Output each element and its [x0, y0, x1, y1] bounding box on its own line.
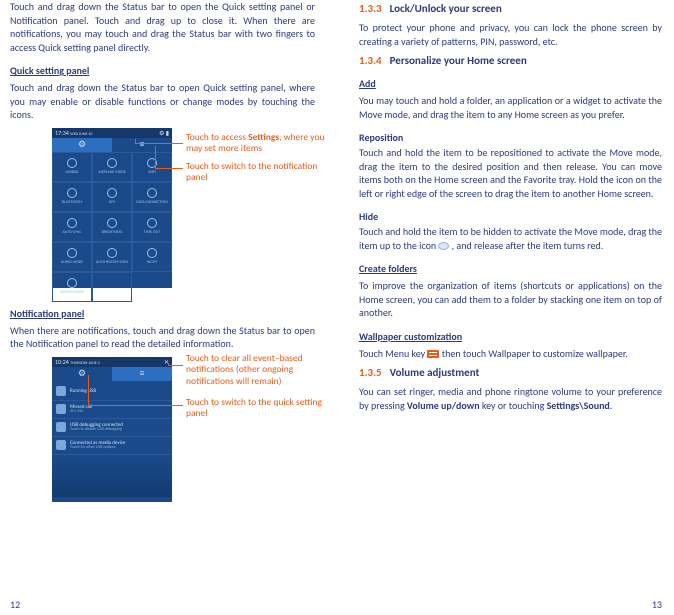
callout-line-1v [135, 139, 136, 143]
callout-settings-b: Settings [248, 131, 279, 143]
qs-tile[interactable]: WIFI [132, 152, 172, 182]
quick-setting-heading: Quick setting panel [10, 64, 89, 77]
menu-key-icon [427, 350, 439, 358]
hide-heading: Hide [359, 210, 378, 223]
np-tabbar: ⚙ ≡ [52, 367, 172, 381]
qs-grid: MOBILEAIRPLANE MODEWIFI BLUETOOTHGPSDATA … [52, 152, 172, 302]
notification-row[interactable]: Missed call451 434 [52, 401, 172, 419]
np-time: 10:24 [55, 358, 69, 366]
callout-switch-quick: Touch to switch to the quick setting pan… [186, 397, 336, 421]
quick-settings-screenshot: 17:34 WED JUNE 10 ⚙ ▮ ⚙ ≡ MOBILEAIRPLANE… [52, 128, 172, 288]
section-1-3-3: 1.3.3 Lock/Unlock your screen [359, 2, 662, 15]
qs-tile[interactable]: MOBILE [52, 152, 92, 182]
np-tab-notifications[interactable]: ≡ [112, 367, 172, 381]
wallpaper-body: Touch Menu key then touch Wallpaper to c… [359, 347, 662, 361]
notification-row[interactable]: Connected as media deviceTouch for other… [52, 437, 172, 455]
qs-tile[interactable]: BRIGHTNESS [92, 212, 132, 242]
qs-time: 17:34 [55, 129, 69, 137]
qs-tile[interactable]: DATA CONNECTION [132, 182, 172, 212]
add-body: You may touch and hold a folder, an appl… [359, 94, 662, 121]
qs-tile[interactable]: SAVING MODE [52, 272, 92, 302]
notification-heading: Notification panel [10, 307, 84, 320]
qs-tile[interactable]: AIRPLANE MODE [92, 152, 132, 182]
callout-settings: Touch to access Settings, where you may … [186, 132, 336, 156]
hide-b2: , and release after the item turns red. [449, 239, 603, 252]
reposition-body: Touch and hold the item to be reposition… [359, 146, 662, 200]
np-date: THURSDAY JUNE 4 [70, 361, 100, 366]
quick-settings-figure: 17:34 WED JUNE 10 ⚙ ▮ ⚙ ≡ MOBILEAIRPLANE… [10, 128, 315, 293]
callout-settings-a: Touch to access [186, 131, 248, 143]
s135-c: key or touching [480, 399, 547, 412]
sec-title-133: Lock/Unlock your screen [390, 2, 502, 15]
notification-body: When there are notifications, touch and … [10, 324, 315, 351]
callout-line-2v [155, 146, 156, 168]
qs-tile[interactable]: AUTO-SYNC [52, 212, 92, 242]
qs-tab-notifications[interactable]: ≡ [112, 138, 172, 152]
notification-row[interactable]: USB debugging connectedTouch to disable … [52, 419, 172, 437]
np-tab-settings[interactable]: ⚙ [52, 367, 112, 381]
quick-setting-body: Touch and drag down the Status bar to op… [10, 81, 315, 122]
section-1-3-4: 1.3.4 Personalize your Home screen [359, 54, 662, 67]
sec-title-135: Volume adjustment [390, 366, 480, 379]
qs-statusbar: 17:34 WED JUNE 10 ⚙ ▮ [52, 128, 172, 138]
page-13: 1.3.3 Lock/Unlock your screen To protect … [337, 0, 674, 615]
callout-clear: Touch to clear all event–based notificat… [186, 353, 336, 389]
callout-line-4v [88, 375, 89, 405]
qs-tab-settings[interactable]: ⚙ [52, 138, 112, 152]
intro-paragraph: Touch and drag down the Status bar to op… [10, 0, 315, 54]
create-folders-heading: Create folders [359, 262, 417, 275]
s135-body: You can set ringer, media and phone ring… [359, 385, 662, 412]
callout-line-1 [135, 143, 183, 144]
qs-tile[interactable]: NIGHT [132, 242, 172, 272]
sec-num-133: 1.3.3 [359, 2, 382, 15]
callout-line-3 [168, 365, 183, 366]
qs-tile[interactable]: GPS [92, 182, 132, 212]
wp-b1: Touch Menu key [359, 347, 427, 360]
qs-tile[interactable]: BLUETOOTH [52, 182, 92, 212]
reposition-heading: Reposition [359, 131, 403, 144]
qs-status-icons: ⚙ ▮ [159, 129, 169, 137]
qs-date: WED JUNE 10 [70, 132, 92, 137]
sec-num-135: 1.3.5 [359, 366, 382, 379]
qs-tabbar: ⚙ ≡ [52, 138, 172, 152]
wp-b2: then touch Wallpaper to customize wallpa… [439, 347, 627, 360]
section-1-3-5: 1.3.5 Volume adjustment [359, 366, 662, 379]
notification-screenshot: 10:24 THURSDAY JUNE 4 ✕ ⚙ ≡ Running USBM… [52, 357, 172, 502]
sec-title-134: Personalize your Home screen [390, 54, 527, 67]
add-heading: Add [359, 77, 376, 90]
s135-b: Volume up/down [407, 399, 480, 412]
page-number-right: 13 [652, 598, 662, 611]
np-bottom-gradient [52, 457, 172, 497]
callout-switch-notif: Touch to switch to the notification pane… [186, 161, 336, 185]
sec-num-134: 1.3.4 [359, 54, 382, 67]
s135-d: Settings\Sound [547, 399, 610, 412]
notification-figure: 10:24 THURSDAY JUNE 4 ✕ ⚙ ≡ Running USBM… [10, 357, 315, 507]
callout-line-2 [155, 168, 183, 169]
qs-tile[interactable]: AUDIO MODE [52, 242, 92, 272]
hide-eye-icon [438, 242, 449, 250]
hide-body: Touch and hold the item to be hidden to … [359, 225, 662, 252]
notification-row[interactable]: Running USB [52, 383, 172, 401]
s135-e: . [610, 399, 613, 412]
callout-line-4 [88, 405, 183, 406]
np-rows: Running USBMissed call451 434USB debuggi… [52, 381, 172, 457]
wallpaper-heading: Wallpaper customization [359, 330, 462, 343]
s133-body: To protect your phone and privacy, you c… [359, 21, 662, 48]
create-folders-body: To improve the organization of items (sh… [359, 279, 662, 320]
qs-tile[interactable]: TIME OUT [132, 212, 172, 242]
qs-tile[interactable] [92, 272, 132, 302]
qs-tile[interactable]: AUTO ROTATE SCRN [92, 242, 132, 272]
np-statusbar: 10:24 THURSDAY JUNE 4 ✕ [52, 357, 172, 367]
callout-line-3v [168, 363, 169, 365]
page-12: Touch and drag down the Status bar to op… [0, 0, 337, 615]
page-number-left: 12 [10, 598, 20, 611]
